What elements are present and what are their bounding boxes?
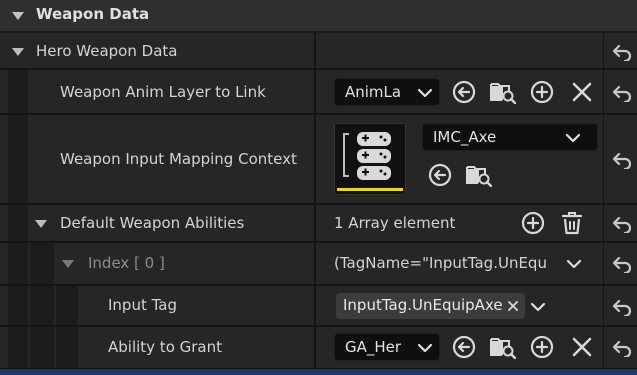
- name-cell: Hero Weapon Data: [0, 33, 314, 68]
- name-cell: Weapon Anim Layer to Link: [0, 70, 314, 113]
- gamepad-icon: [343, 132, 391, 180]
- use-selected-icon[interactable]: [452, 80, 476, 104]
- value-cell: InputTag.UnEquipAxe: [316, 286, 603, 325]
- anim-layer-asset-combo[interactable]: AnimLa: [334, 78, 440, 106]
- indent-guide: [8, 243, 28, 284]
- reset-cell: [604, 115, 637, 203]
- value-cell: [316, 33, 603, 68]
- value-cell: (TagName="InputTag.UnEqu: [316, 243, 603, 284]
- indent-guide: [8, 286, 28, 325]
- name-cell: Default Weapon Abilities: [0, 205, 314, 241]
- indent-guide: [8, 205, 28, 241]
- value-cell: AnimLa: [316, 70, 603, 113]
- indent-guide: [56, 286, 78, 325]
- chevron-down-icon[interactable]: [530, 302, 546, 312]
- anim-layer-label: Weapon Anim Layer to Link: [60, 83, 266, 101]
- value-cell: GA_Her: [316, 327, 603, 368]
- ability-grant-label: Ability to Grant: [108, 338, 223, 356]
- input-tag-row: Input Tag InputTag.UnEquipAxe: [0, 286, 637, 326]
- reset-cell: [604, 70, 637, 113]
- value-cell: IMC_Axe: [316, 115, 603, 203]
- hero-weapon-data-label: Hero Weapon Data: [36, 42, 178, 60]
- value-cell: 1 Array element: [316, 205, 603, 241]
- reset-cell: [604, 33, 637, 68]
- delete-icon[interactable]: [560, 211, 584, 235]
- input-mapping-label: Weapon Input Mapping Context: [60, 150, 297, 168]
- index-label: Index [ 0 ]: [88, 254, 165, 272]
- input-mapping-row: Weapon Input Mapping Context IMC_Axe: [0, 115, 637, 204]
- use-selected-icon[interactable]: [428, 163, 452, 187]
- add-icon[interactable]: [530, 80, 554, 104]
- reset-cell: [604, 286, 637, 325]
- input-tag-label: Input Tag: [108, 296, 178, 314]
- collapse-arrow-icon[interactable]: [12, 12, 24, 20]
- indent-guide: [30, 327, 54, 368]
- indent-guide: [8, 70, 28, 113]
- array-count: 1 Array element: [334, 214, 456, 232]
- reset-cell: [604, 243, 637, 284]
- name-cell: Weapon Input Mapping Context: [0, 115, 314, 203]
- ability-class-combo[interactable]: GA_Her: [334, 333, 440, 361]
- name-cell: Ability to Grant: [0, 327, 314, 368]
- reset-to-default-icon[interactable]: [612, 151, 632, 169]
- hero-weapon-data-row[interactable]: Hero Weapon Data: [0, 33, 637, 69]
- use-selected-icon[interactable]: [452, 335, 476, 359]
- clear-icon[interactable]: [570, 80, 594, 104]
- chevron-down-icon[interactable]: [566, 259, 582, 269]
- expand-arrow-icon[interactable]: [12, 48, 24, 56]
- input-mapping-value: IMC_Axe: [433, 128, 497, 146]
- index-value: (TagName="InputTag.UnEqu: [334, 254, 547, 272]
- add-icon[interactable]: [530, 335, 554, 359]
- reset-cell: [604, 205, 637, 241]
- browse-icon[interactable]: [490, 335, 516, 359]
- abilities-row: Default Weapon Abilities 1 Array element: [0, 205, 637, 242]
- gameplay-tag-chip[interactable]: InputTag.UnEquipAxe: [336, 293, 525, 319]
- name-cell: Input Tag: [0, 286, 314, 325]
- indent-guide: [8, 115, 28, 203]
- indent-guide: [30, 286, 54, 325]
- panel-bottom-border: [0, 369, 637, 375]
- remove-tag-icon[interactable]: [507, 300, 519, 312]
- reset-cell: [604, 327, 637, 368]
- expand-arrow-icon[interactable]: [35, 220, 47, 228]
- expand-arrow-icon[interactable]: [62, 260, 74, 268]
- reset-to-default-icon[interactable]: [612, 84, 632, 102]
- chevron-down-icon: [417, 88, 433, 98]
- indent-guide: [8, 327, 28, 368]
- section-title: Weapon Data: [36, 5, 150, 23]
- reset-to-default-icon[interactable]: [612, 215, 632, 233]
- reset-to-default-icon[interactable]: [612, 339, 632, 357]
- asset-thumbnail[interactable]: [334, 123, 406, 195]
- abilities-label: Default Weapon Abilities: [60, 214, 245, 232]
- input-tag-value: InputTag.UnEquipAxe: [343, 296, 503, 314]
- reset-to-default-icon[interactable]: [612, 298, 632, 316]
- ability-grant-value: GA_Her: [345, 338, 402, 356]
- section-header[interactable]: Weapon Data: [0, 0, 637, 32]
- reset-to-default-icon[interactable]: [612, 255, 632, 273]
- index-row: Index [ 0 ] (TagName="InputTag.UnEqu: [0, 243, 637, 285]
- input-mapping-asset-combo[interactable]: IMC_Axe: [422, 123, 598, 151]
- anim-layer-row: Weapon Anim Layer to Link AnimLa: [0, 70, 637, 114]
- chevron-down-icon: [417, 343, 433, 353]
- indent-guide: [56, 327, 78, 368]
- details-panel: Hero Weapon Data Weapon Anim Layer to Li…: [0, 33, 637, 369]
- chevron-down-icon: [565, 133, 581, 143]
- browse-icon[interactable]: [466, 163, 492, 187]
- indent-guide: [30, 243, 54, 284]
- reset-to-default-icon[interactable]: [612, 43, 632, 61]
- add-icon[interactable]: [521, 211, 545, 235]
- ability-grant-row: Ability to Grant GA_Her: [0, 327, 637, 369]
- asset-type-color-bar: [337, 188, 403, 191]
- anim-layer-value: AnimLa: [345, 83, 402, 101]
- name-cell: Index [ 0 ]: [0, 243, 314, 284]
- clear-icon[interactable]: [570, 335, 594, 359]
- browse-icon[interactable]: [490, 80, 516, 104]
